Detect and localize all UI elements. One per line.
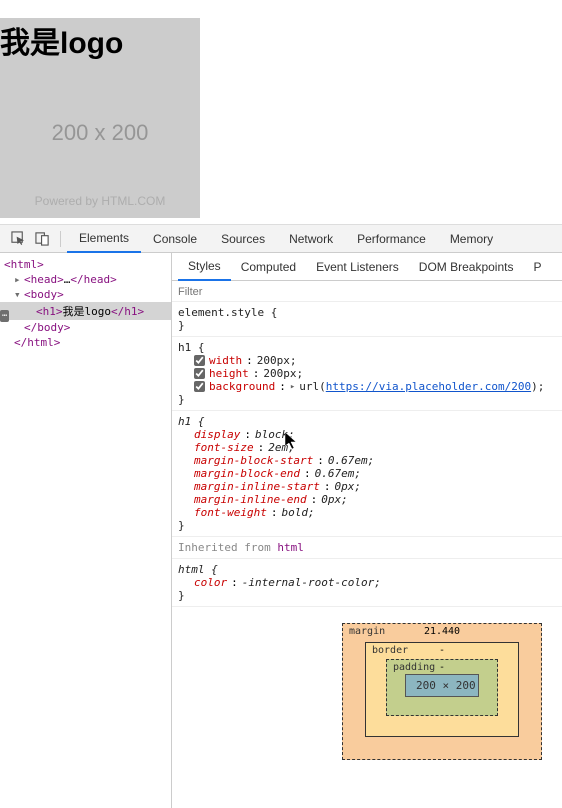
url-link[interactable]: https://via.placeholder.com/200 <box>326 380 531 393</box>
dom-node-html-close[interactable]: </html> <box>0 335 171 350</box>
prop-background[interactable]: background: ▸ url(https://via.placeholde… <box>178 380 556 393</box>
tab-memory[interactable]: Memory <box>438 226 505 252</box>
filter-input[interactable] <box>178 286 556 298</box>
tab-performance[interactable]: Performance <box>345 226 438 252</box>
tab-elements[interactable]: Elements <box>67 225 141 253</box>
styles-subtabs: Styles Computed Event Listeners DOM Brea… <box>172 253 562 281</box>
box-content[interactable]: 200 × 200 <box>405 674 479 697</box>
rule-element-style[interactable]: element.style { } <box>172 302 562 337</box>
tab-network[interactable]: Network <box>277 226 345 252</box>
page-h1: 我是logo <box>0 18 123 62</box>
prop-toggle[interactable] <box>194 355 205 366</box>
tab-console[interactable]: Console <box>141 226 209 252</box>
dom-node-head[interactable]: ▸<head>…</head> <box>0 272 171 287</box>
subtab-more[interactable]: P <box>523 254 551 280</box>
styles-panel: Styles Computed Event Listeners DOM Brea… <box>172 253 562 808</box>
styles-filter[interactable] <box>172 281 562 302</box>
dom-node-html[interactable]: <html> <box>0 257 171 272</box>
box-model[interactable]: margin 21.440 border - padding - 200 × 2… <box>172 607 562 760</box>
prop-height[interactable]: height: 200px; <box>178 367 556 380</box>
prop-toggle[interactable] <box>194 381 205 392</box>
device-toggle-icon[interactable] <box>30 227 54 251</box>
prop-width[interactable]: width: 200px; <box>178 354 556 367</box>
devtools-tabbar: Elements Console Sources Network Perform… <box>0 225 562 253</box>
subtab-computed[interactable]: Computed <box>231 254 306 280</box>
box-margin[interactable]: margin 21.440 border - padding - 200 × 2… <box>342 623 542 760</box>
subtab-event-listeners[interactable]: Event Listeners <box>306 254 409 280</box>
dom-node-h1[interactable]: <h1>我是logo</h1> <box>0 302 171 320</box>
devtools: Elements Console Sources Network Perform… <box>0 225 562 808</box>
dom-overflow-badge[interactable]: ⋯ <box>0 310 9 322</box>
dom-tree[interactable]: ⋯ <html> ▸<head>…</head> ▾<body> <h1>我是l… <box>0 253 172 808</box>
expand-icon[interactable]: ▸ <box>290 382 295 392</box>
inherited-separator: Inherited from html <box>172 537 562 559</box>
placeholder-attribution: Powered by HTML.COM <box>35 194 166 208</box>
tab-sources[interactable]: Sources <box>209 226 277 252</box>
box-border[interactable]: border - padding - 200 × 200 <box>365 642 519 737</box>
rule-html-useragent[interactable]: html { color: -internal-root-color; } <box>172 559 562 607</box>
dom-node-body[interactable]: ▾<body> <box>0 287 171 302</box>
rule-h1-useragent[interactable]: h1 { display: block; font-size: 2em; mar… <box>172 411 562 537</box>
box-padding[interactable]: padding - 200 × 200 <box>386 659 498 716</box>
css-rules: element.style { } h1 { width: 200px; hei… <box>172 302 562 808</box>
rule-h1-author[interactable]: h1 { width: 200px; height: 200px; backgr… <box>172 337 562 411</box>
dom-node-body-close[interactable]: </body> <box>0 320 171 335</box>
subtab-dom-breakpoints[interactable]: DOM Breakpoints <box>409 254 524 280</box>
rendered-page: 200 x 200 Powered by HTML.COM 我是logo <box>0 0 562 225</box>
subtab-styles[interactable]: Styles <box>178 253 231 281</box>
inspect-icon[interactable] <box>6 227 30 251</box>
placeholder-dimensions: 200 x 200 <box>52 120 149 146</box>
prop-toggle[interactable] <box>194 368 205 379</box>
